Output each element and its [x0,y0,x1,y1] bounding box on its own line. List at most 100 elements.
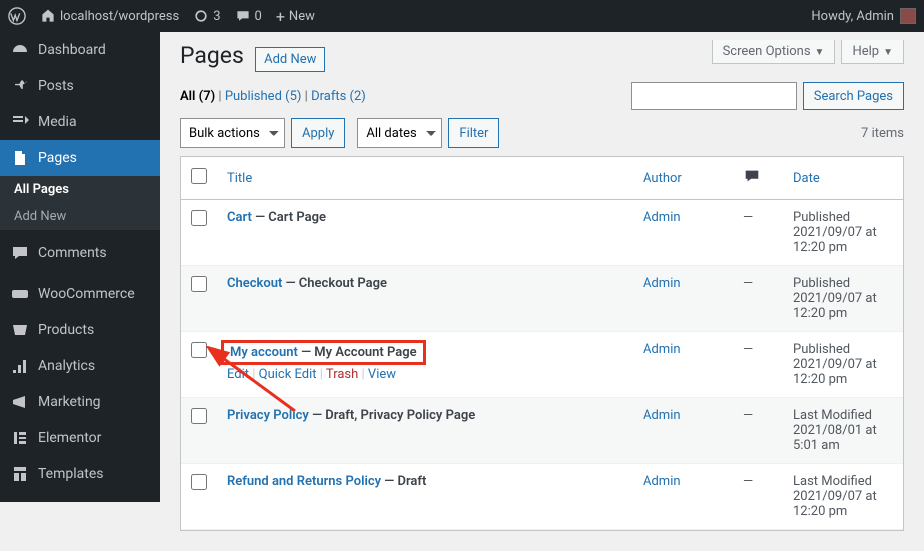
edit-link[interactable]: Edit [227,367,249,382]
woo-icon [10,284,30,304]
sidebar-item-label: Analytics [38,358,95,374]
comments-cell: — [733,398,783,464]
table-row: Privacy Policy — Draft, Privacy Policy P… [181,398,903,464]
search-input[interactable] [631,82,797,110]
sidebar-item-products[interactable]: Products [0,312,160,348]
row-checkbox[interactable] [191,276,207,292]
wp-logo-icon[interactable] [8,7,26,25]
sidebar-item-label: Media [38,114,77,130]
filter-published[interactable]: Published (5) [225,89,302,104]
sidebar-item-label: Dashboard [38,42,106,58]
trash-link[interactable]: Trash [326,367,358,382]
comments-cell: — [733,200,783,266]
pages-table: Title Author Date Cart — Cart Page Admin —… [180,156,904,531]
row-checkbox[interactable] [191,408,207,424]
admin-sidebar: Dashboard Posts Media Pages All PagesAdd New… [0,32,160,502]
page-title-link[interactable]: Privacy Policy [227,408,309,423]
row-checkbox[interactable] [191,342,207,358]
new-link[interactable]: +New [276,7,315,26]
sidebar-item-label: WooCommerce [38,286,135,302]
dashboard-icon [10,40,30,60]
site-url: localhost/wordpress [60,9,179,24]
avatar [900,8,916,24]
sidebar-item-label: Elementor [38,430,101,446]
media-icon [10,112,30,132]
page-title-link[interactable]: My account [230,345,298,360]
sidebar-item-label: Templates [38,466,104,482]
post-state: — Draft, Privacy Policy Page [309,408,475,423]
row-checkbox[interactable] [191,210,207,226]
author-link[interactable]: Admin [643,276,681,291]
comment-icon [10,243,30,263]
sidebar-item-woocommerce[interactable]: WooCommerce [0,276,160,312]
marketing-icon [10,392,30,412]
quick-edit-link[interactable]: Quick Edit [259,367,317,382]
search-button[interactable]: Search Pages [803,82,904,110]
sidebar-item-dashboard[interactable]: Dashboard [0,32,160,68]
items-count: 7 items [861,126,904,141]
sidebar-subitem-add-new[interactable]: Add New [0,203,160,230]
elementor-icon [10,428,30,448]
row-checkbox[interactable] [191,474,207,490]
updates-count: 3 [213,9,220,24]
filter-button[interactable]: Filter [448,118,499,148]
select-all-checkbox[interactable] [191,168,207,184]
date-cell: Published2021/09/07 at 12:20 pm [783,266,903,332]
post-state: — Draft [381,474,426,489]
sidebar-item-label: Pages [38,150,77,166]
page-title-link[interactable]: Refund and Returns Policy [227,474,381,489]
view-filters: All (7) | Published (5) | Drafts (2) [180,89,366,104]
screen-options-toggle[interactable]: Screen Options▼ [712,40,836,64]
sidebar-item-shopengine[interactable]: ShopEngine [0,492,160,502]
column-date[interactable]: Date [783,157,903,200]
help-toggle[interactable]: Help▼ [841,40,904,64]
sidebar-item-comments[interactable]: Comments [0,235,160,271]
view-link[interactable]: View [368,367,396,382]
sidebar-item-elementor[interactable]: Elementor [0,420,160,456]
sidebar-item-label: Comments [38,245,107,261]
author-link[interactable]: Admin [643,210,681,225]
date-filter-select[interactable]: All dates [357,118,442,148]
column-title[interactable]: Title [217,157,633,200]
products-icon [10,320,30,340]
sidebar-item-label: Posts [38,78,74,94]
apply-button[interactable]: Apply [291,118,345,148]
updates-link[interactable]: 3 [193,8,220,24]
post-state: — My Account Page [298,345,417,360]
bulk-actions-select[interactable]: Bulk actions [180,118,285,148]
post-state: — Checkout Page [282,276,387,291]
date-cell: Published2021/09/07 at 12:20 pm [783,332,903,398]
page-title-link[interactable]: Checkout [227,276,282,291]
sidebar-item-analytics[interactable]: Analytics [0,348,160,384]
sidebar-item-posts[interactable]: Posts [0,68,160,104]
site-link[interactable]: localhost/wordpress [40,8,179,24]
sidebar-item-marketing[interactable]: Marketing [0,384,160,420]
pages-icon [10,148,30,168]
filter-all[interactable]: All (7) [180,89,215,104]
filter-drafts[interactable]: Drafts (2) [311,89,366,104]
author-link[interactable]: Admin [643,408,681,423]
comments-link[interactable]: 0 [235,8,262,24]
analytics-icon [10,356,30,376]
author-link[interactable]: Admin [643,342,681,357]
comments-cell: — [733,332,783,398]
howdy-text: Howdy, Admin [811,9,894,24]
table-row: Checkout — Checkout PageAdmin—Published2… [181,266,903,332]
author-link[interactable]: Admin [643,474,681,489]
column-comments[interactable] [733,157,783,200]
comments-cell: — [733,464,783,530]
page-title-link[interactable]: Cart [227,210,252,225]
column-author[interactable]: Author [633,157,733,200]
sidebar-item-pages[interactable]: Pages [0,140,160,176]
sidebar-item-templates[interactable]: Templates [0,456,160,492]
date-cell: Last Modified2021/08/01 at 5:01 am [783,398,903,464]
comments-count: 0 [255,9,262,24]
pin-icon [10,76,30,96]
sidebar-item-label: Products [38,322,94,338]
post-state: — Cart Page [252,210,326,225]
sidebar-item-media[interactable]: Media [0,104,160,140]
sidebar-subitem-all-pages[interactable]: All Pages [0,176,160,203]
admin-topbar: localhost/wordpress 3 0 +New Howdy, Admi… [0,0,924,32]
account-link[interactable]: Howdy, Admin [811,8,916,24]
add-new-button[interactable]: Add New [255,47,325,72]
